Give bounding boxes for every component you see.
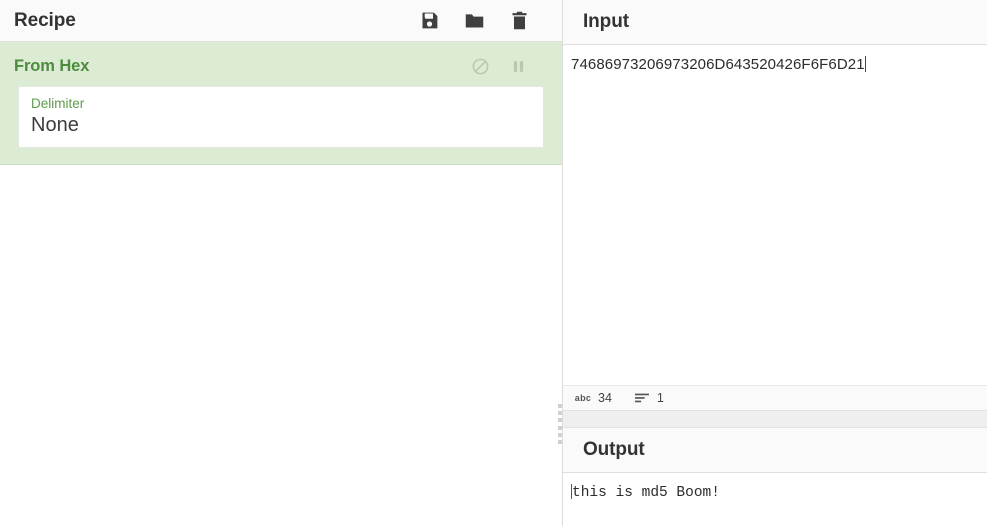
input-textarea[interactable]: 74686973206973206D643520426F6F6D21 [563, 45, 987, 385]
horizontal-splitter[interactable] [563, 411, 987, 428]
input-lines-status[interactable]: 1 [634, 391, 664, 405]
vertical-splitter[interactable] [556, 402, 564, 446]
splitter-dot [558, 404, 562, 408]
input-length-status[interactable]: abc 34 [575, 391, 612, 405]
delimiter-select[interactable]: Delimiter None [18, 86, 544, 148]
input-status-bar: abc 34 1 [563, 385, 987, 411]
abc-icon: abc [575, 391, 591, 405]
delimiter-value: None [31, 114, 79, 136]
input-length-value: 34 [598, 391, 612, 405]
pause-icon[interactable] [508, 56, 528, 76]
output-section: Output this is md5 Boom! [563, 428, 987, 526]
recipe-drop-area[interactable] [0, 165, 562, 526]
input-text-value: 74686973206973206D643520426F6F6D21 [571, 56, 865, 73]
output-title: Output [583, 439, 645, 460]
operation-from-hex[interactable]: From Hex Delimiter None [0, 42, 562, 165]
cyberchef-app: Recipe From Hex Delimiter None Input 746… [0, 0, 987, 526]
abc-glyph-label: abc [574, 393, 592, 403]
save-icon[interactable] [418, 10, 440, 32]
folder-icon[interactable] [463, 10, 485, 32]
splitter-dot [558, 432, 562, 437]
operation-controls [470, 56, 528, 76]
output-title-bar: Output [563, 428, 987, 473]
recipe-title-bar: Recipe [0, 0, 562, 42]
recipe-pane: Recipe From Hex Delimiter None [0, 0, 563, 526]
disable-icon[interactable] [470, 56, 490, 76]
lines-icon [634, 391, 650, 405]
output-textarea[interactable]: this is md5 Boom! [563, 473, 987, 526]
input-title: Input [583, 11, 629, 32]
output-text-value: this is md5 Boom! [572, 485, 720, 501]
operation-title: From Hex [14, 56, 90, 75]
splitter-dot [558, 425, 562, 430]
splitter-dot [558, 439, 562, 444]
splitter-dot [558, 411, 562, 416]
input-lines-value: 1 [656, 391, 664, 405]
io-pane: Input 74686973206973206D643520426F6F6D21… [563, 0, 987, 526]
delimiter-label: Delimiter [31, 96, 85, 111]
input-title-bar: Input [563, 0, 987, 45]
operation-header: From Hex [0, 42, 562, 86]
recipe-title: Recipe [14, 9, 76, 31]
recipe-toolbar [418, 10, 530, 32]
splitter-dot [558, 418, 562, 423]
ingredient-list: Delimiter None [6, 86, 544, 148]
input-section: Input 74686973206973206D643520426F6F6D21… [563, 0, 987, 411]
trash-icon[interactable] [508, 10, 530, 32]
